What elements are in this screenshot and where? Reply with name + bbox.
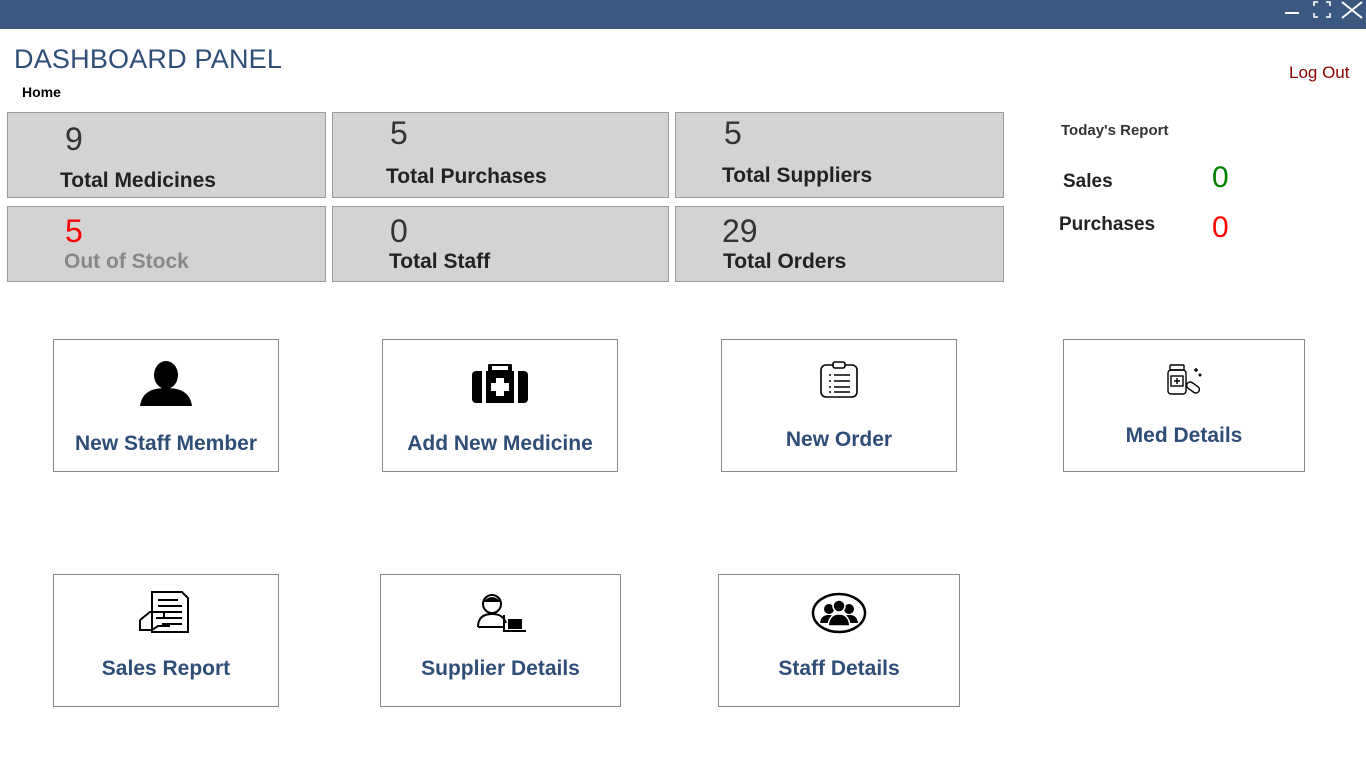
stat-total-suppliers: 5 Total Suppliers <box>675 112 1004 198</box>
breadcrumb[interactable]: Home <box>22 84 61 100</box>
stat-value: 5 <box>724 115 742 151</box>
stat-value: 5 <box>390 115 408 151</box>
stat-total-purchases: 5 Total Purchases <box>332 112 669 198</box>
supplier-icon <box>381 593 620 633</box>
staff-group-icon <box>719 592 959 634</box>
stat-label: Out of Stock <box>64 250 189 273</box>
stat-label: Total Suppliers <box>722 164 873 187</box>
stat-value: 0 <box>390 213 408 249</box>
minimize-icon[interactable] <box>1284 0 1306 20</box>
user-silhouette-icon <box>54 360 278 408</box>
stat-total-medicines: 9 Total Medicines <box>7 112 326 198</box>
medicine-bottle-icon <box>1064 364 1304 396</box>
sales-report-icon <box>54 590 278 636</box>
stat-total-staff: 0 Total Staff <box>332 206 669 282</box>
report-title: Today's Report <box>1061 122 1169 139</box>
close-icon[interactable] <box>1340 0 1363 20</box>
stat-out-of-stock: 5 Out of Stock <box>7 206 326 282</box>
tile-label: New Staff Member <box>74 432 258 455</box>
logout-link[interactable]: Log Out <box>1289 63 1350 83</box>
page-title: DASHBOARD PANEL <box>14 44 283 74</box>
tile-label: Sales Report <box>101 657 231 680</box>
add-new-medicine-button[interactable]: Add New Medicine <box>382 339 618 472</box>
stat-value: 5 <box>65 213 83 249</box>
new-staff-member-button[interactable]: New Staff Member <box>53 339 279 472</box>
stat-label: Total Purchases <box>386 165 547 188</box>
tile-label: Add New Medicine <box>407 432 593 455</box>
tile-label: Supplier Details <box>421 657 580 680</box>
first-aid-kit-icon <box>383 364 617 404</box>
tile-label: New Order <box>785 428 893 451</box>
new-order-button[interactable]: New Order <box>721 339 957 472</box>
stat-value: 9 <box>65 121 83 157</box>
sales-report-button[interactable]: Sales Report <box>53 574 279 707</box>
stat-label: Total Staff <box>389 250 491 273</box>
purchases-label: Purchases <box>1059 214 1156 235</box>
tile-label: Med Details <box>1125 424 1243 447</box>
tile-label: Staff Details <box>778 657 900 680</box>
supplier-details-button[interactable]: Supplier Details <box>380 574 621 707</box>
stat-total-orders: 29 Total Orders <box>675 206 1004 282</box>
stat-value: 29 <box>722 213 758 249</box>
sales-value: 0 <box>1212 161 1229 194</box>
sales-label: Sales <box>1063 171 1113 192</box>
med-details-button[interactable]: Med Details <box>1063 339 1305 472</box>
purchases-value: 0 <box>1212 211 1229 244</box>
clipboard-list-icon <box>722 361 956 399</box>
maximize-icon[interactable] <box>1312 0 1334 20</box>
staff-details-button[interactable]: Staff Details <box>718 574 960 707</box>
stat-label: Total Orders <box>723 250 847 273</box>
window-titlebar <box>0 0 1366 29</box>
stat-label: Total Medicines <box>60 169 216 192</box>
